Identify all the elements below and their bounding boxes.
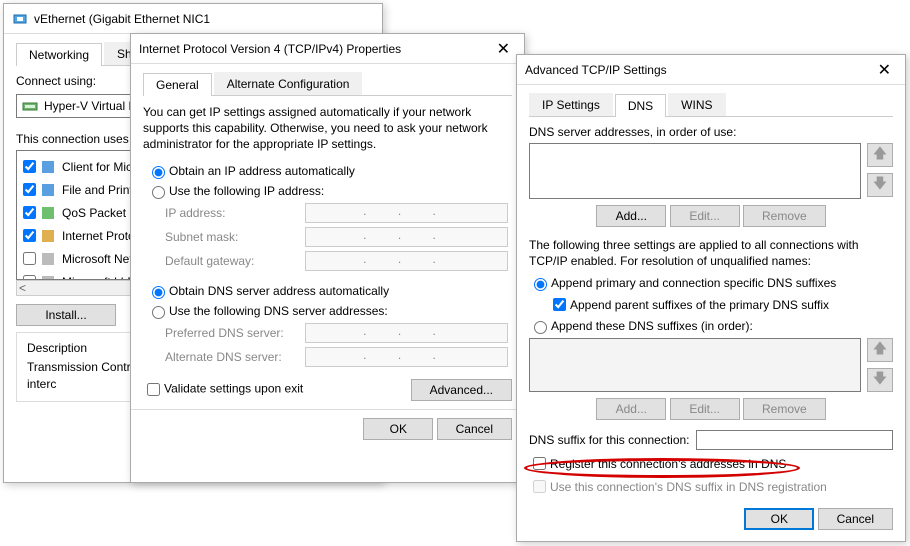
- suffix-remove-button[interactable]: Remove: [743, 398, 826, 420]
- ok-button[interactable]: OK: [363, 418, 433, 440]
- remove-button[interactable]: Remove: [743, 205, 826, 227]
- adapter-icon: [22, 98, 38, 114]
- radio-dns-manual[interactable]: Use the following DNS server addresses:: [147, 303, 508, 319]
- cancel-button[interactable]: Cancel: [437, 418, 512, 440]
- dns-servers-label: DNS server addresses, in order of use:: [529, 125, 893, 139]
- checkbox-register-dns[interactable]: Register this connection's addresses in …: [529, 454, 893, 473]
- win1-title: vEthernet (Gigabit Ethernet NIC1: [34, 12, 374, 26]
- win1-titlebar: vEthernet (Gigabit Ethernet NIC1: [4, 4, 382, 34]
- checkbox-append-parent[interactable]: Append parent suffixes of the primary DN…: [529, 295, 893, 314]
- win2-title: Internet Protocol Version 4 (TCP/IPv4) P…: [139, 42, 491, 56]
- checkbox[interactable]: [23, 183, 36, 196]
- tab-ip-settings[interactable]: IP Settings: [529, 93, 613, 116]
- checkbox[interactable]: [23, 160, 36, 173]
- validate-checkbox[interactable]: Validate settings upon exit: [143, 380, 303, 399]
- win3-titlebar: Advanced TCP/IP Settings ✕: [517, 55, 905, 85]
- radio-ip-auto[interactable]: Obtain an IP address automatically: [147, 163, 508, 179]
- install-button[interactable]: Install...: [16, 304, 116, 326]
- checkbox-use-suffix[interactable]: Use this connection's DNS suffix in DNS …: [529, 477, 893, 496]
- gateway-label: Default gateway:: [165, 254, 305, 268]
- advanced-button[interactable]: Advanced...: [411, 379, 512, 401]
- alt-dns-input[interactable]: . . .: [305, 347, 508, 367]
- close-icon[interactable]: ✕: [491, 39, 516, 59]
- ip-address-input[interactable]: . . .: [305, 203, 508, 223]
- suffix-conn-input[interactable]: [696, 430, 893, 450]
- component-icon: [40, 205, 56, 221]
- tab-alternate[interactable]: Alternate Configuration: [214, 72, 363, 95]
- radio-dns-auto[interactable]: Obtain DNS server address automatically: [147, 283, 508, 299]
- ip-address-label: IP address:: [165, 206, 305, 220]
- alt-dns-label: Alternate DNS server:: [165, 350, 305, 364]
- edit-button[interactable]: Edit...: [670, 205, 740, 227]
- component-icon: [40, 182, 56, 198]
- tab-general[interactable]: General: [143, 73, 212, 96]
- suffix-conn-label: DNS suffix for this connection:: [529, 433, 690, 447]
- component-icon: [40, 228, 56, 244]
- pref-dns-input[interactable]: . . .: [305, 323, 508, 343]
- win2-tabs: General Alternate Configuration: [143, 72, 512, 96]
- component-icon: [40, 159, 56, 175]
- ethernet-icon: [12, 11, 28, 27]
- suffix-move-up-button[interactable]: 🡅: [867, 338, 893, 362]
- ipv4-properties-window: Internet Protocol Version 4 (TCP/IPv4) P…: [130, 33, 525, 483]
- win3-title: Advanced TCP/IP Settings: [525, 63, 872, 77]
- pref-dns-label: Preferred DNS server:: [165, 326, 305, 340]
- subnet-label: Subnet mask:: [165, 230, 305, 244]
- dns-suffixes-list[interactable]: [529, 338, 861, 392]
- component-icon: [40, 251, 56, 267]
- tab-dns[interactable]: DNS: [615, 94, 666, 117]
- suffix-add-button[interactable]: Add...: [596, 398, 666, 420]
- gateway-input[interactable]: . . .: [305, 251, 508, 271]
- win2-titlebar: Internet Protocol Version 4 (TCP/IPv4) P…: [131, 34, 524, 64]
- checkbox[interactable]: [23, 229, 36, 242]
- scroll-left-icon[interactable]: <: [19, 281, 26, 295]
- add-button[interactable]: Add...: [596, 205, 666, 227]
- suffix-edit-button[interactable]: Edit...: [670, 398, 740, 420]
- intro-text: You can get IP settings assigned automat…: [143, 104, 512, 153]
- move-up-button[interactable]: 🡅: [867, 143, 893, 167]
- suffix-intro: The following three settings are applied…: [529, 237, 893, 269]
- win3-tabs: IP Settings DNS WINS: [529, 93, 893, 117]
- radio-ip-manual[interactable]: Use the following IP address:: [147, 183, 508, 199]
- subnet-input[interactable]: . . .: [305, 227, 508, 247]
- tab-wins[interactable]: WINS: [668, 93, 725, 116]
- suffix-move-down-button[interactable]: 🡇: [867, 368, 893, 392]
- advanced-tcpip-window: Advanced TCP/IP Settings ✕ IP Settings D…: [516, 54, 906, 542]
- adapter-name: Hyper-V Virtual E: [44, 99, 136, 113]
- dns-servers-list[interactable]: [529, 143, 861, 199]
- radio-suffix-primary[interactable]: Append primary and connection specific D…: [529, 275, 893, 291]
- tab-networking[interactable]: Networking: [16, 43, 102, 66]
- cancel-button[interactable]: Cancel: [818, 508, 893, 530]
- close-icon[interactable]: ✕: [872, 60, 897, 80]
- ok-button[interactable]: OK: [744, 508, 814, 530]
- move-down-button[interactable]: 🡇: [867, 173, 893, 197]
- radio-suffix-these[interactable]: Append these DNS suffixes (in order):: [529, 318, 893, 334]
- checkbox[interactable]: [23, 206, 36, 219]
- checkbox[interactable]: [23, 252, 36, 265]
